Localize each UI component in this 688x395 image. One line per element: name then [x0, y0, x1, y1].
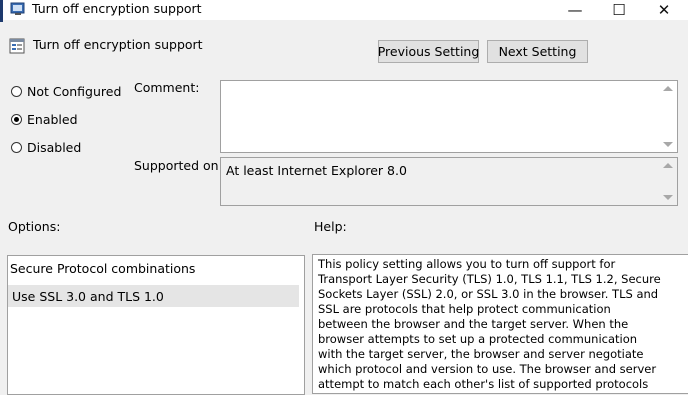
help-panel: This policy setting allows you to turn o…	[312, 254, 688, 394]
radio-disabled[interactable]: Disabled	[11, 138, 81, 156]
minimize-button[interactable]: —	[553, 0, 597, 20]
next-setting-button[interactable]: Next Setting	[487, 40, 588, 63]
scroll-up-icon[interactable]	[663, 163, 673, 168]
radio-enabled[interactable]: Enabled	[11, 110, 78, 128]
background-window-edge	[0, 0, 3, 22]
previous-setting-button[interactable]: Previous Setting	[378, 40, 479, 63]
comment-textarea[interactable]	[220, 80, 678, 153]
maximize-button[interactable]: ☐	[597, 0, 641, 20]
policy-app-icon	[10, 2, 25, 15]
supported-on-field: At least Internet Explorer 8.0	[220, 157, 678, 206]
policy-setting-icon	[9, 38, 25, 54]
policy-name-heading: Turn off encryption support	[33, 37, 203, 52]
secure-protocol-dropdown[interactable]: Use SSL 3.0 and TLS 1.0	[8, 285, 299, 307]
options-panel: Secure Protocol combinations Use SSL 3.0…	[7, 255, 305, 395]
minimize-icon: —	[567, 1, 583, 19]
supported-on-label: Supported on:	[134, 158, 223, 173]
close-icon: ✕	[657, 1, 671, 19]
comment-scrollbar[interactable]	[660, 81, 677, 152]
secure-protocol-heading: Secure Protocol combinations	[10, 261, 196, 276]
help-text: This policy setting allows you to turn o…	[318, 257, 661, 393]
options-label: Options:	[8, 219, 61, 234]
radio-disabled-label: Disabled	[27, 139, 82, 155]
window-title: Turn off encryption support	[32, 1, 202, 16]
radio-not-configured-label: Not Configured	[27, 83, 122, 99]
radio-not-configured-circle[interactable]	[11, 85, 22, 97]
scroll-down-icon[interactable]	[663, 142, 673, 147]
radio-enabled-circle[interactable]	[11, 113, 22, 125]
supported-scrollbar[interactable]	[660, 158, 677, 205]
radio-not-configured[interactable]: Not Configured	[11, 82, 121, 100]
close-button[interactable]: ✕	[642, 0, 686, 20]
radio-disabled-circle[interactable]	[11, 141, 22, 153]
help-label: Help:	[314, 219, 347, 234]
supported-on-value: At least Internet Explorer 8.0	[226, 163, 407, 178]
radio-enabled-label: Enabled	[27, 111, 78, 127]
scroll-down-icon[interactable]	[663, 195, 673, 200]
maximize-icon: ☐	[612, 1, 626, 19]
comment-label: Comment:	[134, 80, 200, 95]
scroll-up-icon[interactable]	[663, 86, 673, 91]
